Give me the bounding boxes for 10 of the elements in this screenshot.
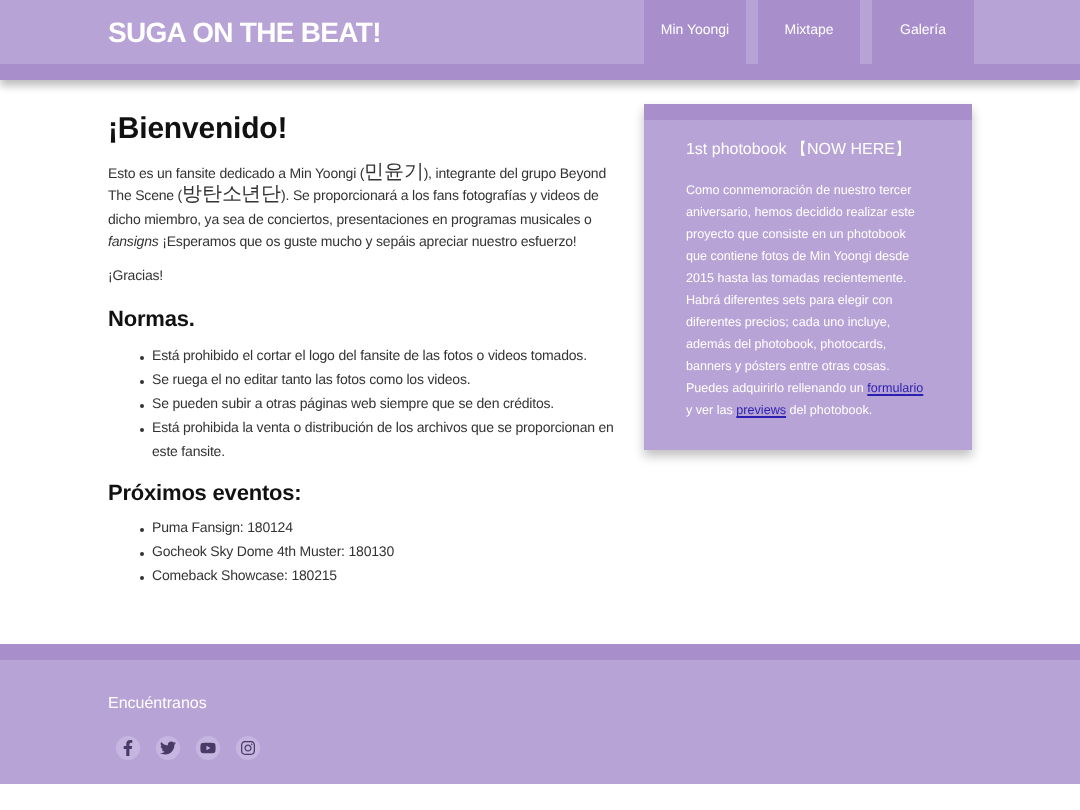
rules-heading: Normas. <box>108 306 197 336</box>
card-title: 1st photobook 【NOW HERE】 <box>685 138 913 162</box>
site-title: SUGA ON THE BEAT! <box>108 13 383 51</box>
footer-heading: Encuéntranos <box>108 692 209 716</box>
youtube-icon[interactable] <box>196 736 220 760</box>
twitter-icon[interactable] <box>156 736 180 760</box>
facebook-icon[interactable] <box>116 736 140 760</box>
instagram-icon[interactable] <box>236 736 260 760</box>
welcome-heading: ¡Bienvenido! <box>108 110 290 150</box>
events-heading: Próximos eventos: <box>108 479 304 509</box>
